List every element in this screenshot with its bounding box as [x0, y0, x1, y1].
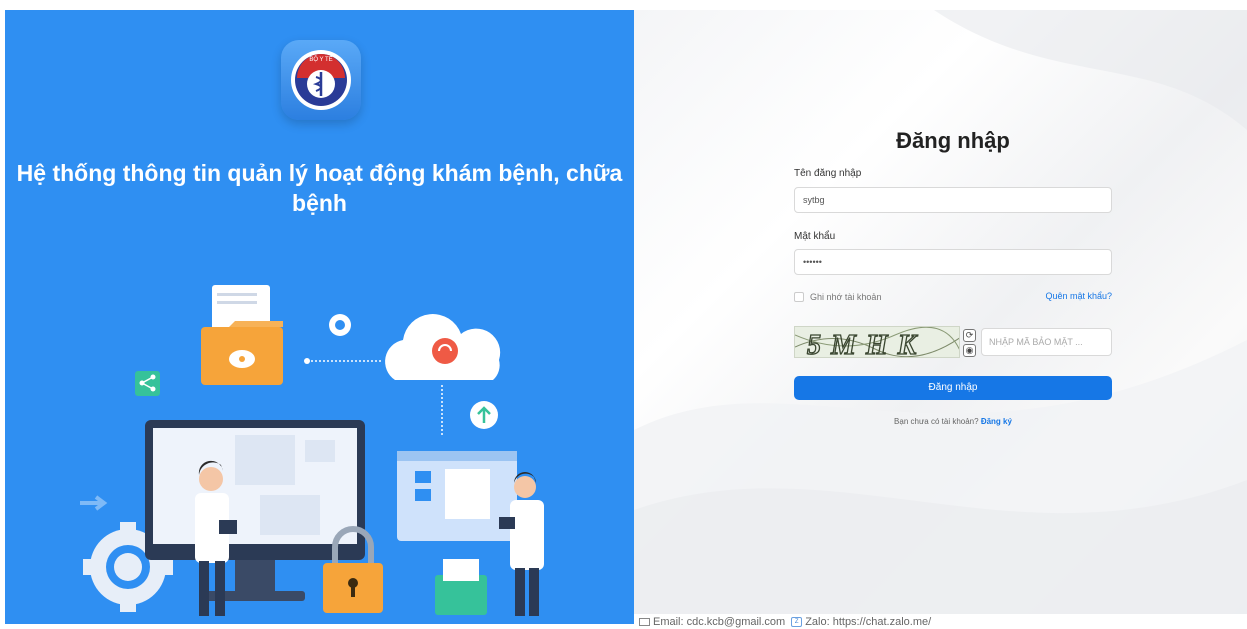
- refresh-captcha-icon[interactable]: ⟳: [963, 329, 976, 342]
- login-title: Đăng nhập: [896, 128, 1010, 153]
- captcha-text: 5MHK: [807, 330, 926, 358]
- audio-captcha-icon[interactable]: ◉: [963, 344, 976, 357]
- forgot-password-link[interactable]: Quên mật khẩu?: [1040, 291, 1112, 301]
- login-page: BỘ Y TẾ Hệ thống thông tin quản lý hoạt …: [0, 0, 1247, 629]
- medical-illustration: [80, 285, 544, 616]
- remember-label: Ghi nhớ tài khoản: [810, 292, 882, 302]
- login-panel: [634, 10, 1247, 614]
- branding-panel: BỘ Y TẾ Hệ thống thông tin quản lý hoạt …: [5, 10, 634, 624]
- username-input[interactable]: sytbg: [794, 187, 1112, 213]
- no-account-text: Bạn chưa có tài khoản?: [894, 417, 979, 426]
- background-wave: [634, 10, 1247, 614]
- mail-icon: [639, 617, 650, 626]
- folder-icon: [201, 285, 283, 385]
- zalo-icon: Z: [791, 616, 803, 627]
- cloud-icon: [385, 314, 501, 380]
- signup-row: Bạn chưa có tài khoản? Đăng ký: [794, 417, 1112, 426]
- footer: Email: cdc.kcb@gmail.com Z Zalo: https:/…: [639, 614, 931, 629]
- login-button[interactable]: Đăng nhập: [794, 376, 1112, 400]
- gear-icon: [329, 314, 351, 336]
- captcha-image: 5MHK: [794, 326, 960, 358]
- footer-zalo[interactable]: Zalo: https://chat.zalo.me/: [805, 616, 931, 628]
- ministry-logo: BỘ Y TẾ: [281, 40, 361, 120]
- password-input[interactable]: ••••••: [794, 249, 1112, 275]
- system-title: Hệ thống thông tin quản lý hoạt động khá…: [16, 160, 623, 216]
- password-label: Mật khẩu: [794, 231, 836, 242]
- footer-email: Email: cdc.kcb@gmail.com: [653, 615, 786, 628]
- remember-checkbox[interactable]: [794, 292, 804, 302]
- captcha-input[interactable]: NHẬP MÃ BẢO MẬT ...: [981, 328, 1112, 356]
- register-link[interactable]: Đăng ký: [981, 417, 1012, 426]
- username-label: Tên đăng nhập: [794, 168, 862, 179]
- logo-text: BỘ Y TẾ: [309, 56, 332, 63]
- share-icon: [135, 371, 160, 396]
- remember-me[interactable]: Ghi nhớ tài khoản: [794, 290, 881, 304]
